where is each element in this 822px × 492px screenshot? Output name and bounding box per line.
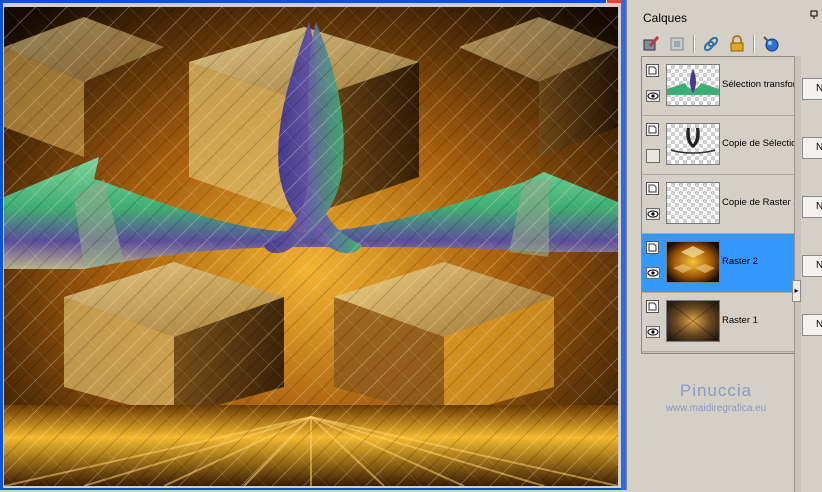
eye-icon[interactable]	[646, 90, 660, 102]
watermark-author: Pinuccia	[679, 381, 753, 400]
eye-icon[interactable]	[646, 267, 660, 279]
properties-button[interactable]	[761, 34, 781, 54]
link-icon	[703, 36, 719, 52]
layer-visibility-toggle-icon[interactable]	[646, 241, 659, 254]
layer-name: Copie de Raster 2	[722, 197, 795, 208]
blend-mode-button[interactable]: N	[802, 314, 822, 336]
new-layer-button[interactable]	[641, 34, 661, 54]
toolbar-separator	[693, 35, 695, 53]
layers-panel: Calques Sélection transfor Copie de Séle…	[626, 0, 822, 492]
artwork-canvas[interactable]	[4, 7, 618, 486]
layer-row[interactable]: Sélection transformée	[642, 57, 795, 116]
lock-button[interactable]	[727, 34, 747, 54]
layer-visibility-toggle-icon[interactable]	[646, 182, 659, 195]
layer-visibility-toggle-icon[interactable]	[646, 123, 659, 136]
eye-icon[interactable]	[646, 326, 660, 338]
globe-icon	[763, 36, 779, 52]
link-button[interactable]	[701, 34, 721, 54]
layer-list: Sélection transformée Copie de Sélection	[641, 56, 796, 354]
layer-row[interactable]: Copie de Sélection	[642, 116, 795, 175]
layer-name: Sélection transformée	[722, 79, 795, 90]
layer-visibility-toggle-icon[interactable]	[646, 300, 659, 313]
layer-name: Raster 1	[722, 315, 758, 326]
layer-thumbnail	[666, 300, 720, 342]
watermark: Pinuccia www.maidiregrafica.eu	[641, 381, 791, 414]
hidden-layer-checkbox[interactable]	[646, 149, 660, 163]
layer-row[interactable]: Raster 1	[642, 293, 795, 352]
brush-layer-icon	[643, 36, 660, 51]
image-window	[0, 0, 626, 490]
lock-icon	[730, 35, 744, 52]
layers-toolbar	[641, 32, 781, 56]
eye-icon[interactable]	[646, 208, 660, 220]
blend-mode-button[interactable]: N	[802, 137, 822, 159]
blend-mode-button[interactable]: N	[802, 196, 822, 218]
layer-thumbnail	[666, 241, 720, 283]
watermark-url: www.maidiregrafica.eu	[665, 403, 767, 414]
collapse-handle-arrow-icon[interactable]: ▸	[792, 280, 801, 302]
layer-thumbnail	[666, 123, 720, 165]
layer-name: Copie de Sélection	[722, 138, 795, 149]
blend-mode-button[interactable]: N	[802, 255, 822, 277]
panel-title: Calques	[643, 11, 688, 25]
layer-thumbnail	[666, 64, 720, 106]
layer-row-selected[interactable]: Raster 2	[642, 234, 795, 293]
layer-thumbnail	[666, 182, 720, 224]
pin-icon[interactable]	[809, 10, 819, 20]
toolbar-separator	[753, 35, 755, 53]
layer-list-scrollbar[interactable]	[794, 56, 801, 492]
blend-mode-button[interactable]: N	[802, 78, 822, 100]
layer-visibility-toggle-icon[interactable]	[646, 64, 659, 77]
mask-icon	[670, 37, 684, 51]
layer-row[interactable]: Copie de Raster 2	[642, 175, 795, 234]
mask-button[interactable]	[667, 34, 687, 54]
layer-name: Raster 2	[722, 256, 758, 267]
